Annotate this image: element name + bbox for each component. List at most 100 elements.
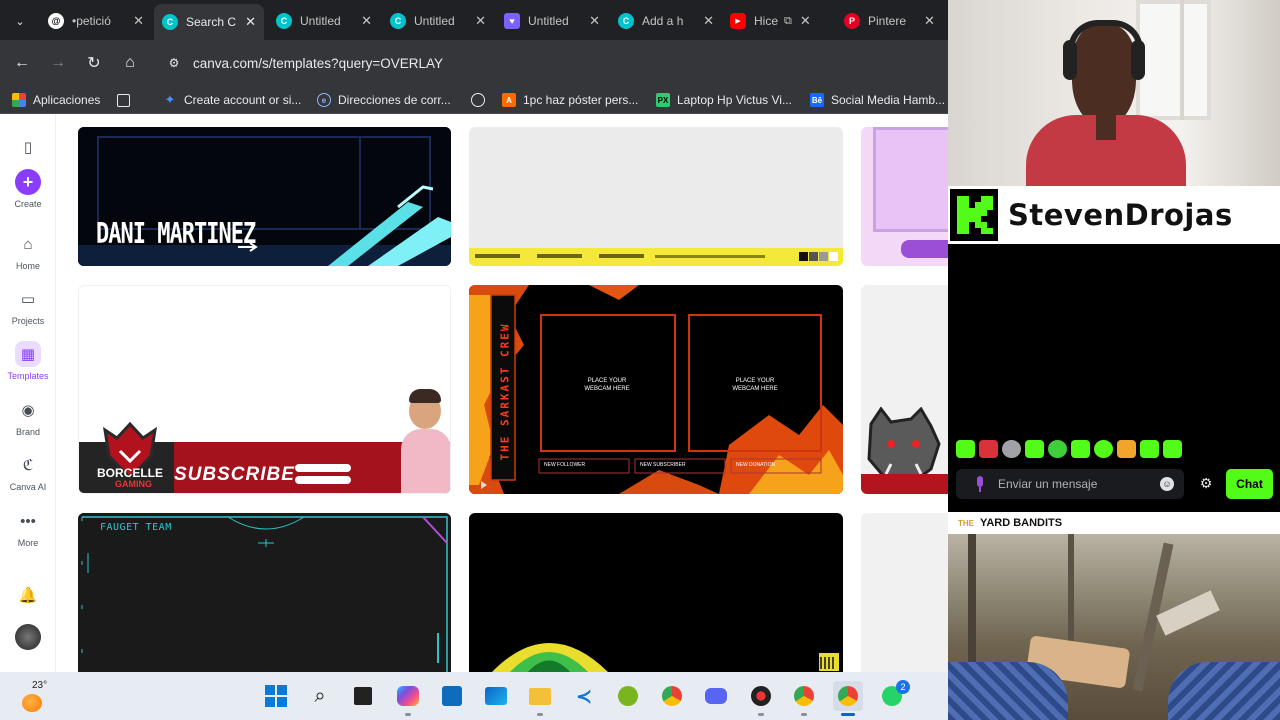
sidebar-item-home[interactable]: ⌂ Home	[0, 231, 56, 272]
chrome-profile-icon[interactable]	[789, 681, 819, 716]
sidebar-item-brand[interactable]: ◉ Brand	[0, 397, 56, 437]
emote-icon[interactable]	[1117, 440, 1136, 458]
tab-threads[interactable]: @ •petició ✕	[40, 6, 152, 36]
bookmark-aplicaciones[interactable]: Aplicaciones	[12, 91, 100, 109]
folder-icon[interactable]	[525, 681, 555, 716]
screen: ⌄ @ •petició ✕ C Search C ✕ C Untitled ✕…	[0, 0, 1280, 720]
sidebar-item-templates[interactable]: ▦ Templates	[0, 341, 56, 381]
fauget-overlay-art	[78, 513, 451, 672]
template-card-light[interactable]	[861, 513, 948, 672]
template-card-dani-martinez[interactable]: DANI MARTINEZ	[78, 127, 451, 266]
forward-arrow-icon[interactable]: →	[46, 51, 70, 75]
streamer-banner: StevenDrojas	[948, 186, 1280, 244]
sidebar-item-more[interactable]: ••• More	[0, 508, 56, 549]
close-tab-icon[interactable]: ✕	[133, 13, 144, 29]
bookmark-label: Aplicaciones	[33, 93, 101, 107]
tab-title: Pintere	[868, 14, 907, 28]
tab-youtube[interactable]: ▶ Hice ⧉ ✕	[722, 6, 834, 36]
emote-icon[interactable]	[1002, 440, 1021, 458]
bookmark-direcciones[interactable]: e Direcciones de corr...	[317, 91, 451, 109]
bookmark-aliexpress[interactable]: A 1pc haz póster pers...	[502, 91, 638, 109]
tab-untitled-1[interactable]: C Untitled ✕	[268, 6, 380, 36]
chrome-active-icon[interactable]	[833, 681, 863, 716]
whatsapp-icon[interactable]: 2	[877, 680, 910, 711]
tab-add-a-heading[interactable]: C Add a h ✕	[610, 6, 722, 36]
template-card-fauget-team[interactable]: FAUGET TEAM	[78, 513, 451, 672]
emote-icon[interactable]	[1163, 440, 1182, 458]
site-info-icon[interactable]: ⚙	[165, 54, 183, 72]
outlook-icon[interactable]	[481, 681, 511, 711]
sidebar-account[interactable]	[0, 624, 56, 654]
address-bar[interactable]: ⚙ canva.com/s/templates?query=OVERLAY	[155, 46, 935, 80]
search-icon[interactable]: ⌕	[305, 681, 335, 711]
back-arrow-icon[interactable]: ←	[10, 51, 34, 75]
emote-icon[interactable]	[1094, 440, 1113, 458]
bookmark-globe[interactable]	[471, 91, 492, 109]
threads-icon: @	[48, 13, 64, 29]
close-tab-icon[interactable]: ✕	[703, 13, 714, 29]
file-explorer-dark-icon[interactable]	[348, 681, 378, 711]
template-card-boar[interactable]	[861, 285, 948, 494]
bookmark-create-account[interactable]: ✦ Create account or si...	[163, 91, 302, 109]
app-glyph	[794, 686, 814, 706]
utorrent-icon[interactable]	[613, 681, 643, 711]
tab-search-chevron-icon[interactable]: ⌄	[8, 10, 32, 32]
chat-send-button[interactable]: Chat	[1226, 469, 1273, 499]
tab-search-canva[interactable]: C Search C ✕	[154, 4, 264, 40]
tab-pinterest[interactable]: P Pintere ✕	[836, 6, 948, 36]
microphone-icon[interactable]	[972, 476, 988, 492]
template-card-dark-logo[interactable]	[469, 513, 843, 672]
sidebar-notifications[interactable]: 🔔	[0, 582, 56, 612]
close-tab-icon[interactable]: ✕	[800, 13, 811, 29]
bookmark-label: Laptop Hp Victus Vi...	[677, 93, 792, 107]
template-card-purple[interactable]	[861, 127, 948, 266]
borcelle-brand-sub: GAMING	[115, 479, 152, 489]
new-donation-label: NEW DONATION	[736, 462, 776, 468]
tab-untitled-3[interactable]: ♥ Untitled ✕	[496, 6, 608, 36]
sidebar-item-canva-ai[interactable]: ℭ Canva AI	[0, 452, 56, 492]
chat-message-input[interactable]: Enviar un mensaje ☺	[956, 469, 1184, 499]
fauget-team-title: FAUGET TEAM	[100, 522, 172, 533]
windows-start-icon[interactable]	[261, 681, 291, 711]
emote-icon[interactable]	[1071, 440, 1090, 458]
reload-icon[interactable]: ↻	[82, 51, 106, 75]
discord-icon[interactable]	[701, 681, 731, 711]
bookmark-behance[interactable]: Bē Social Media Hamb...	[810, 91, 945, 109]
directions-icon: e	[317, 93, 331, 107]
template-card-yellow-bar[interactable]	[469, 127, 843, 266]
bookmark-tab-groups[interactable]	[117, 91, 137, 109]
calculator-icon[interactable]	[437, 681, 467, 711]
chat-settings-gear-icon[interactable]: ⚙	[1198, 475, 1214, 491]
home-icon[interactable]: ⌂	[118, 51, 142, 75]
sidebar-item-create[interactable]: + Create	[0, 169, 56, 209]
emote-icon[interactable]	[979, 440, 998, 458]
close-tab-icon[interactable]: ✕	[924, 13, 935, 29]
bookmark-laptop-hp[interactable]: PX Laptop Hp Victus Vi...	[656, 91, 792, 109]
m365-icon[interactable]	[393, 681, 423, 716]
template-grid: DANI MARTINEZ BORCELLE GAMING SUBSCRIBE …	[56, 114, 948, 672]
windows-taskbar: 23° ⌕ ≺ 2	[0, 672, 948, 720]
emote-icon[interactable]	[1140, 440, 1159, 458]
close-tab-icon[interactable]: ✕	[589, 13, 600, 29]
sidebar-item-label: Projects	[11, 316, 45, 326]
template-card-borcelle[interactable]: BORCELLE GAMING SUBSCRIBE	[78, 285, 451, 494]
weather-widget[interactable]: 23°	[20, 680, 60, 714]
sidebar-panel-toggle[interactable]: ▯	[0, 134, 56, 164]
chrome-icon[interactable]	[657, 681, 687, 711]
picture-in-picture-icon[interactable]: ⧉	[784, 15, 792, 28]
tab-untitled-2[interactable]: C Untitled ✕	[382, 6, 494, 36]
sidebar-item-label: Canva AI	[9, 482, 47, 492]
close-tab-icon[interactable]: ✕	[361, 13, 372, 29]
close-tab-icon[interactable]: ✕	[475, 13, 486, 29]
template-card-sarkast-crew[interactable]: THE SARKAST CREW PLACE YOUR WEBCAM HERE …	[469, 285, 843, 494]
emoji-icon[interactable]: ☺	[1160, 477, 1174, 491]
davinci-icon[interactable]	[746, 681, 776, 716]
emote-icon[interactable]	[956, 440, 975, 458]
aliexpress-icon: A	[502, 93, 516, 107]
sidebar-item-projects[interactable]: ▭ Projects	[0, 286, 56, 326]
app-glyph	[618, 686, 638, 706]
close-tab-icon[interactable]: ✕	[245, 14, 256, 30]
emote-icon[interactable]	[1048, 440, 1067, 458]
emote-icon[interactable]	[1025, 440, 1044, 458]
vscode-icon[interactable]: ≺	[569, 681, 599, 711]
